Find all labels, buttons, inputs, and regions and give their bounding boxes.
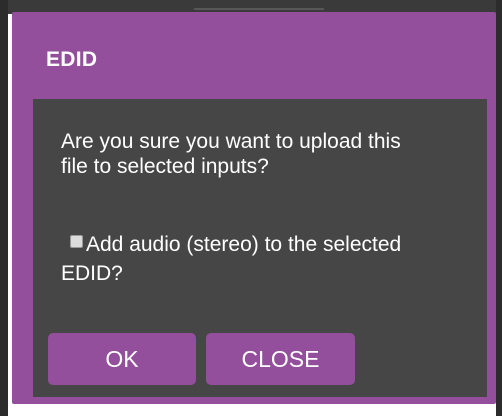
edid-upload-dialog: EDID Are you sure you want to upload thi…: [12, 12, 496, 404]
dialog-body: Are you sure you want to upload this fil…: [33, 99, 487, 397]
add-audio-checkbox[interactable]: [70, 235, 83, 248]
background-left-edge: [0, 0, 8, 416]
background-header-remnant: [194, 0, 324, 10]
confirmation-message: Are you sure you want to upload this fil…: [61, 130, 401, 178]
ok-button[interactable]: OK: [48, 333, 196, 385]
add-audio-label: Add audio (stereo) to the selected EDID?: [61, 233, 402, 285]
dialog-title: EDID: [46, 48, 98, 71]
add-audio-option[interactable]: Add audio (stereo) to the selected EDID?: [61, 230, 441, 288]
close-button[interactable]: CLOSE: [206, 333, 355, 385]
background-right-edge: [496, 0, 502, 416]
